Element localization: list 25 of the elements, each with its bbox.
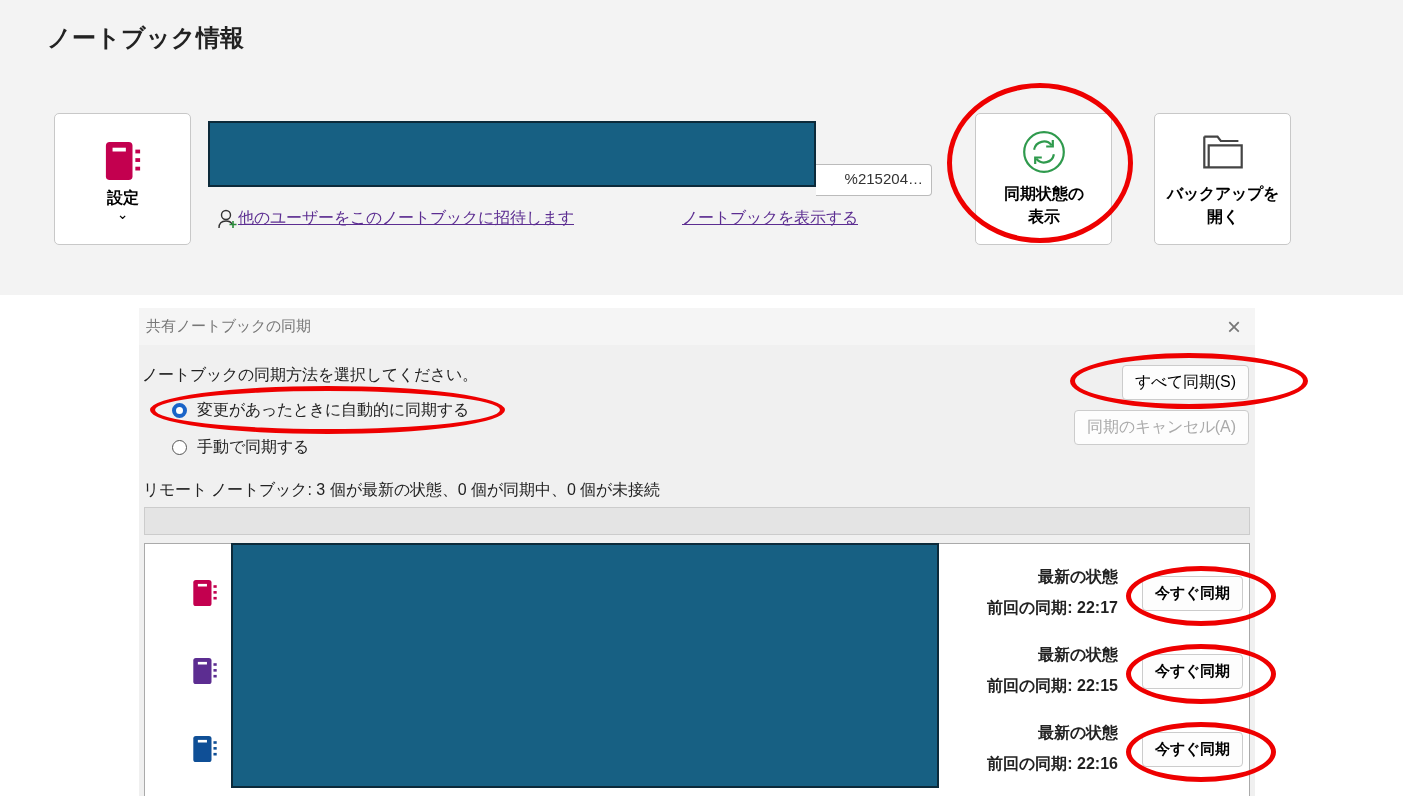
sync-icon bbox=[1021, 130, 1066, 174]
dialog-button[interactable]: すべて同期(S) bbox=[1121, 365, 1249, 400]
dialog-title: 共有ノートブックの同期 bbox=[146, 317, 311, 336]
sync-state: 最新の状態 bbox=[1038, 723, 1118, 743]
link[interactable]: ノートブックを表示する bbox=[682, 208, 858, 229]
sync-state: 最新の状態 bbox=[1038, 645, 1118, 665]
last-sync-time: 前回の同期: 22:16 bbox=[987, 754, 1118, 774]
prompt-text: ノートブックの同期方法を選択してください。 bbox=[142, 365, 478, 385]
radio-option[interactable]: 手動で同期する bbox=[172, 429, 478, 466]
status-text: リモート ノートブック: 3 個が最新の状態、0 個が同期中、0 個が未接続 bbox=[142, 480, 662, 500]
settings-button[interactable]: 設定 ⌄ bbox=[54, 113, 191, 245]
sync-state: 最新の状態 bbox=[1038, 567, 1118, 587]
close-button[interactable]: × bbox=[1223, 312, 1245, 341]
link[interactable]: 他のユーザーをこのノートブックに招待します bbox=[238, 208, 574, 229]
page-title: ノートブック情報 bbox=[47, 23, 245, 53]
sync-now-button[interactable]: 今すぐ同期 bbox=[1142, 575, 1243, 611]
action-button[interactable]: 同期状態の 表示 bbox=[975, 113, 1112, 245]
last-sync-time: 前回の同期: 22:17 bbox=[987, 598, 1118, 618]
url-field[interactable]: %215204… bbox=[816, 164, 932, 196]
sync-now-button[interactable]: 今すぐ同期 bbox=[1142, 731, 1243, 767]
action-button[interactable]: バックアップを 開く bbox=[1154, 113, 1291, 245]
radio-option[interactable]: 変更があったときに自動的に同期する bbox=[172, 392, 478, 429]
sync-now-button[interactable]: 今すぐ同期 bbox=[1142, 653, 1243, 689]
last-sync-time: 前回の同期: 22:15 bbox=[987, 676, 1118, 696]
add-person-icon bbox=[218, 208, 238, 229]
